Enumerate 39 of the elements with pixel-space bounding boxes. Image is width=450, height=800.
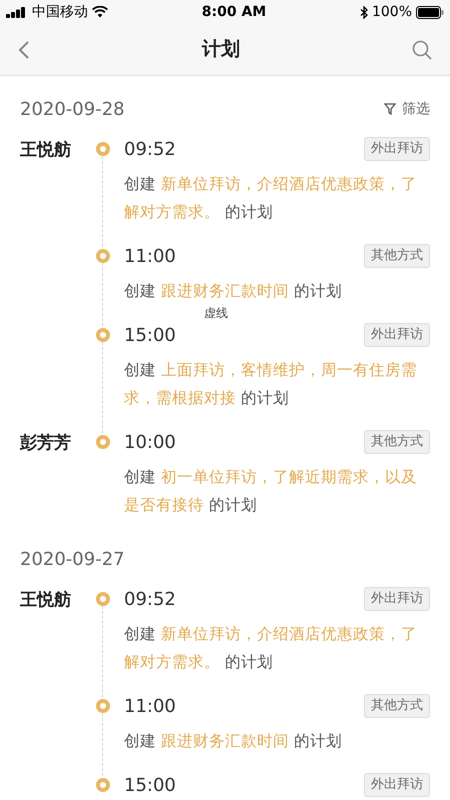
page-title: 计划	[202, 37, 240, 62]
search-icon	[412, 40, 432, 60]
plan-description: 创建 跟进财务汇款时间 的计划	[124, 731, 343, 752]
plan-description: 创建 初一单位拜访，了解近期需求，以及是否有接待 的计划	[124, 467, 418, 516]
filter-button[interactable]: 筛选	[384, 98, 430, 120]
plan-description: 创建 新单位拜访，介绍酒店优惠政策，了解对方需求。 的计划	[124, 624, 418, 673]
signal-icon	[6, 6, 28, 18]
person-name: 王悦舫	[20, 590, 71, 610]
plan-time: 09:52	[124, 588, 176, 612]
status-time: 8:00 AM	[202, 2, 266, 22]
bluetooth-icon	[360, 6, 368, 18]
date-header: 2020-09-27	[20, 548, 125, 572]
date-header: 2020-09-28	[20, 98, 125, 122]
plan-type-tag: 其他方式	[364, 244, 430, 268]
plan-time: 09:52	[124, 138, 176, 162]
plan-type-tag: 外出拜访	[364, 587, 430, 611]
plan-type-tag: 其他方式	[364, 694, 430, 718]
battery-percent: 100%	[372, 2, 412, 22]
back-icon	[18, 40, 30, 60]
wifi-icon	[92, 6, 108, 18]
plan-description: 创建 上面拜访，客情维护，周一有住房需求，需根据对接 的计划	[124, 360, 418, 409]
person-name: 彭芳芳	[20, 433, 71, 453]
search-button[interactable]	[410, 38, 434, 62]
plan-time: 10:00	[124, 430, 176, 454]
plan-time: 15:00	[124, 774, 176, 798]
battery-icon	[416, 6, 444, 18]
plan-description: 创建 跟进财务汇款时间 的计划	[124, 281, 343, 302]
plan-time: 11:00	[124, 244, 176, 268]
plan-type-tag: 外出拜访	[364, 773, 430, 797]
person-name: 王悦舫	[20, 140, 71, 160]
plan-type-tag: 外出拜访	[364, 137, 430, 161]
plan-time: 11:00	[124, 694, 176, 718]
annotation-label: 虚线	[204, 305, 228, 322]
plan-time: 15:00	[124, 324, 176, 348]
plan-type-tag: 外出拜访	[364, 323, 430, 347]
carrier-name: 中国移动	[32, 2, 88, 22]
plan-description: 创建 新单位拜访，介绍酒店优惠政策，了解对方需求。 的计划	[124, 174, 418, 223]
filter-icon	[384, 103, 396, 115]
plan-type-tag: 其他方式	[364, 430, 430, 454]
